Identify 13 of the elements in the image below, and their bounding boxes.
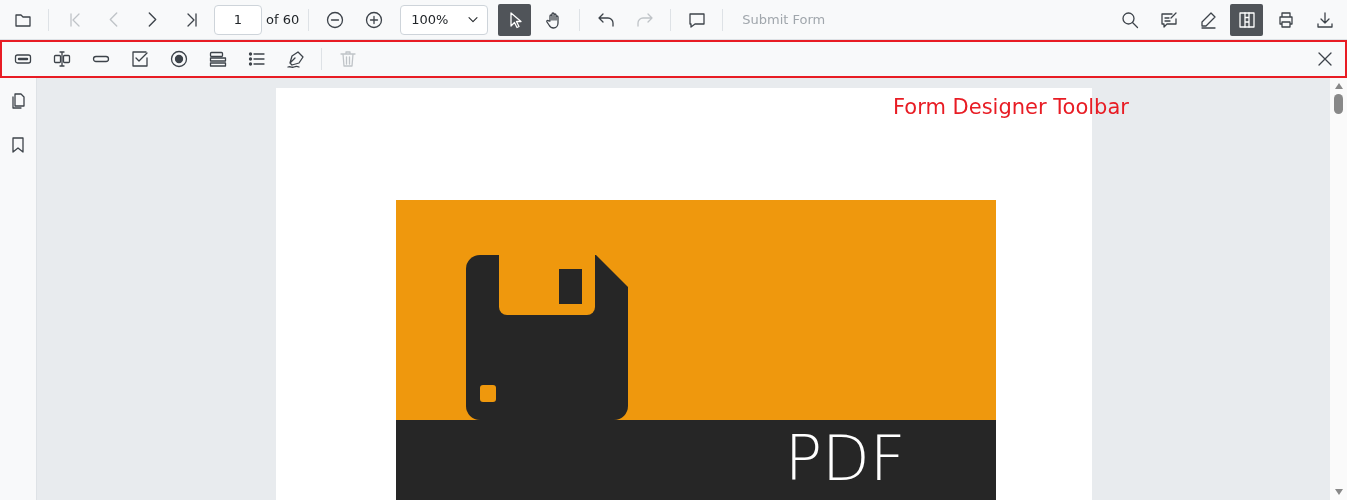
scroll-down-icon[interactable] <box>1333 488 1344 496</box>
zoom-in-icon <box>363 9 384 30</box>
page-count: of 60 <box>266 12 300 27</box>
select-tool-button[interactable] <box>498 3 532 36</box>
scrollbar[interactable] <box>1330 78 1347 500</box>
page-number-field[interactable]: 1 <box>214 4 262 35</box>
scroll-up-icon[interactable] <box>1333 82 1344 90</box>
cover-title: PDF <box>784 428 906 492</box>
zoom-out-icon <box>324 9 345 30</box>
scroll-thumb[interactable] <box>1334 94 1343 114</box>
annotation-label: Form Designer Toolbar <box>893 95 1129 119</box>
zoom-dropdown[interactable]: 100% <box>400 4 489 35</box>
form-designer-button[interactable] <box>1230 3 1263 36</box>
